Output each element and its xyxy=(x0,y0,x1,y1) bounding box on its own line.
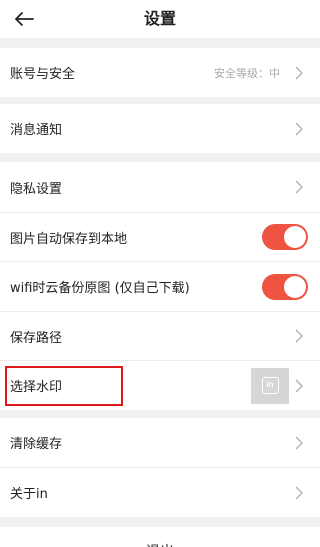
toggle-knob xyxy=(284,275,306,298)
chevron-right-icon xyxy=(295,329,304,343)
settings-row-notifications[interactable]: 消息通知 xyxy=(0,104,320,153)
auto-save-toggle[interactable] xyxy=(262,224,308,250)
wifi-backup-toggle[interactable] xyxy=(262,273,308,300)
arrow-left-icon xyxy=(15,12,34,26)
row-label: 消息通知 xyxy=(10,123,63,138)
settings-row-privacy[interactable]: 隐私设置 xyxy=(0,162,320,212)
row-label: 清除缓存 xyxy=(10,437,63,452)
row-label: 账号与安全 xyxy=(10,67,76,82)
watermark-thumbnail: in xyxy=(251,367,289,404)
settings-row-clear-cache[interactable]: 清除缓存 xyxy=(0,418,320,467)
row-label: 隐私设置 xyxy=(10,181,63,197)
watermark-logo: in xyxy=(261,377,279,394)
row-label: 保存路径 xyxy=(10,330,63,346)
settings-row-about[interactable]: 关于in xyxy=(0,468,320,517)
row-label: 图片自动保存到本地 xyxy=(10,231,128,247)
chevron-right-icon xyxy=(295,180,304,194)
row-label: wifi时云备份原图 (仅自己下载) xyxy=(10,281,190,296)
security-level-hint: 安全等级：中 xyxy=(214,66,280,80)
top-bar: 设置 xyxy=(0,0,320,38)
chevron-right-icon xyxy=(295,485,304,500)
settings-row-save-path[interactable]: 保存路径 xyxy=(0,312,320,360)
back-button[interactable] xyxy=(14,7,42,31)
chevron-right-icon xyxy=(295,435,304,450)
chevron-right-icon xyxy=(295,65,304,80)
page-title: 设置 xyxy=(143,9,176,28)
logout-label: 退出 xyxy=(0,541,320,547)
chevron-right-icon xyxy=(295,378,304,393)
logout-button[interactable]: 退出 xyxy=(0,527,320,547)
row-label: 关于in xyxy=(10,487,48,502)
settings-row-wifi-backup: wifi时云备份原图 (仅自己下载) xyxy=(0,262,320,311)
highlight-box xyxy=(5,366,123,406)
settings-row-auto-save-images: 图片自动保存到本地 xyxy=(0,213,320,261)
chevron-right-icon xyxy=(295,121,304,136)
toggle-knob xyxy=(284,226,306,248)
settings-row-account-security[interactable]: 账号与安全 安全等级：中 xyxy=(0,48,320,97)
